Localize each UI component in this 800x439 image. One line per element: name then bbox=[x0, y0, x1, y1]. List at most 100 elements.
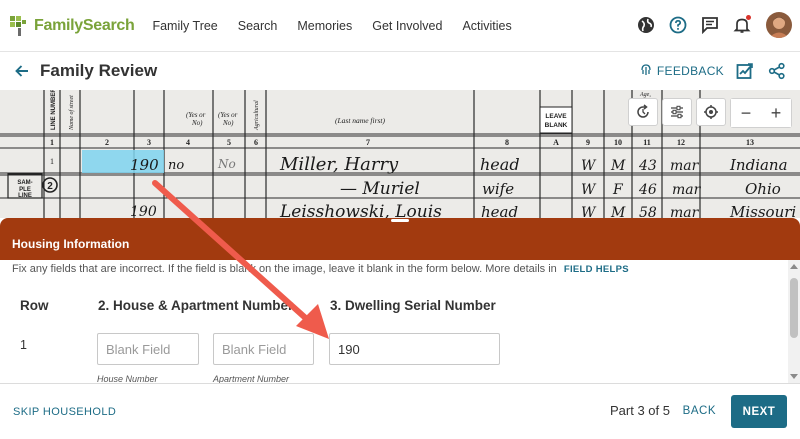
scroll-up-icon[interactable] bbox=[790, 264, 798, 269]
page-title: Family Review bbox=[40, 61, 158, 80]
svg-text:3: 3 bbox=[147, 138, 151, 147]
svg-text:No): No) bbox=[191, 119, 203, 127]
header-row: Row bbox=[20, 298, 49, 313]
tree-logo-icon bbox=[8, 14, 32, 38]
svg-text:Ohio: Ohio bbox=[745, 180, 781, 198]
svg-text:Agricultural: Agricultural bbox=[254, 100, 260, 131]
svg-text:LINE: LINE bbox=[18, 193, 32, 199]
svg-text:1: 1 bbox=[50, 138, 54, 147]
svg-text:Name of street: Name of street bbox=[68, 95, 75, 131]
svg-text:wife: wife bbox=[482, 180, 514, 198]
svg-text:W: W bbox=[581, 182, 597, 198]
svg-text:2: 2 bbox=[105, 138, 109, 147]
svg-text:head: head bbox=[480, 155, 520, 174]
svg-text:13: 13 bbox=[746, 138, 754, 147]
apartment-number-input[interactable] bbox=[213, 333, 314, 365]
scroll-down-icon[interactable] bbox=[790, 374, 798, 379]
panel-resize-handle[interactable] bbox=[391, 219, 409, 222]
nav-links: Family Tree Search Memories Get Involved… bbox=[152, 19, 511, 33]
svg-text:LINE NUMBER: LINE NUMBER bbox=[51, 90, 57, 130]
next-button[interactable]: NEXT bbox=[731, 395, 787, 428]
skip-household-button[interactable]: SKIP HOUSEHOLD bbox=[13, 406, 116, 418]
avatar[interactable] bbox=[766, 12, 792, 38]
locate-target-icon[interactable] bbox=[696, 98, 726, 126]
review-chart-icon[interactable] bbox=[734, 60, 756, 82]
svg-text:9: 9 bbox=[586, 138, 590, 147]
notification-badge bbox=[746, 15, 751, 20]
nav-link-search[interactable]: Search bbox=[238, 19, 278, 33]
messages-icon[interactable] bbox=[700, 15, 720, 35]
svg-text:43: 43 bbox=[638, 158, 657, 174]
svg-text:M: M bbox=[610, 158, 626, 174]
instructions-body: Fix any fields that are incorrect. If th… bbox=[12, 263, 557, 275]
panel-title: Housing Information bbox=[12, 237, 130, 251]
part-indicator: Part 3 of 5 bbox=[610, 403, 670, 418]
nav-link-family-tree[interactable]: Family Tree bbox=[152, 19, 217, 33]
svg-text:LEAVE: LEAVE bbox=[545, 113, 567, 120]
svg-text:2: 2 bbox=[47, 181, 53, 192]
svg-text:5: 5 bbox=[227, 138, 231, 147]
svg-text:Miller, Harry: Miller, Harry bbox=[279, 154, 399, 175]
dwelling-serial-input[interactable] bbox=[329, 333, 500, 365]
zoom-controls: − + bbox=[730, 98, 792, 128]
panel-scrollbar[interactable] bbox=[788, 260, 800, 383]
svg-text:mar: mar bbox=[670, 205, 700, 218]
nav-link-memories[interactable]: Memories bbox=[297, 19, 352, 33]
row-number: 1 bbox=[20, 338, 27, 352]
svg-text:11: 11 bbox=[643, 138, 651, 147]
svg-text:head: head bbox=[481, 203, 518, 218]
housing-information-panel: Housing Information Fix any fields that … bbox=[0, 218, 800, 384]
feedback-icon bbox=[639, 63, 653, 80]
svg-text:W: W bbox=[581, 205, 597, 218]
svg-text:mar: mar bbox=[670, 158, 700, 174]
zoom-in-icon[interactable]: + bbox=[761, 99, 791, 127]
feedback-button[interactable]: FEEDBACK bbox=[639, 63, 724, 80]
svg-text:4: 4 bbox=[186, 138, 190, 147]
header-actions: FEEDBACK bbox=[639, 60, 788, 82]
globe-icon[interactable] bbox=[636, 15, 656, 35]
svg-text:mar: mar bbox=[672, 182, 702, 198]
image-viewer-controls: − + bbox=[628, 98, 792, 128]
svg-text:(Yes or: (Yes or bbox=[218, 111, 238, 119]
svg-text:BLANK: BLANK bbox=[545, 122, 568, 129]
svg-text:1: 1 bbox=[50, 157, 54, 166]
svg-text:12: 12 bbox=[677, 138, 685, 147]
svg-text:— Muriel: — Muriel bbox=[340, 179, 420, 199]
svg-text:SAM-: SAM- bbox=[17, 180, 32, 186]
svg-text:(Yes or: (Yes or bbox=[186, 111, 206, 119]
field-helps-link[interactable]: FIELD HELPS bbox=[564, 264, 629, 275]
familysearch-logo[interactable]: FamilySearch bbox=[8, 14, 135, 38]
header-dwelling-serial: 3. Dwelling Serial Number bbox=[330, 298, 496, 313]
panel-header: Housing Information bbox=[0, 218, 800, 260]
feedback-label: FEEDBACK bbox=[656, 64, 724, 78]
notifications-icon[interactable] bbox=[732, 15, 752, 35]
nav-link-get-involved[interactable]: Get Involved bbox=[372, 19, 442, 33]
svg-text:Indiana: Indiana bbox=[729, 156, 788, 174]
nav-link-activities[interactable]: Activities bbox=[462, 19, 511, 33]
help-icon[interactable] bbox=[668, 15, 688, 35]
back-arrow-icon[interactable] bbox=[12, 61, 32, 81]
logo-text: FamilySearch bbox=[34, 16, 135, 34]
adjust-sliders-icon[interactable] bbox=[662, 98, 692, 126]
svg-text:No): No) bbox=[222, 119, 234, 127]
svg-text:6: 6 bbox=[254, 138, 258, 147]
footer-bar: SKIP HOUSEHOLD Part 3 of 5 BACK NEXT bbox=[0, 383, 800, 439]
instructions-text: Fix any fields that are incorrect. If th… bbox=[0, 260, 800, 278]
svg-text:10: 10 bbox=[614, 138, 622, 147]
zoom-out-icon[interactable]: − bbox=[731, 99, 761, 127]
house-number-input[interactable] bbox=[97, 333, 199, 365]
header-house-apartment: 2. House & Apartment Number bbox=[98, 298, 294, 313]
svg-text:8: 8 bbox=[505, 138, 509, 147]
share-icon[interactable] bbox=[766, 60, 788, 82]
nav-icons bbox=[636, 12, 792, 38]
svg-text:7: 7 bbox=[366, 138, 370, 147]
svg-text:No: No bbox=[217, 157, 236, 171]
svg-text:58: 58 bbox=[639, 205, 657, 218]
rotate-icon[interactable] bbox=[628, 98, 658, 126]
svg-text:A: A bbox=[553, 138, 559, 147]
top-navigation: FamilySearch Family Tree Search Memories… bbox=[0, 0, 800, 52]
page-header: Family Review FEEDBACK bbox=[0, 52, 800, 90]
svg-text:190: 190 bbox=[130, 204, 157, 218]
back-button[interactable]: BACK bbox=[683, 405, 716, 417]
scrollbar-thumb[interactable] bbox=[790, 278, 798, 338]
